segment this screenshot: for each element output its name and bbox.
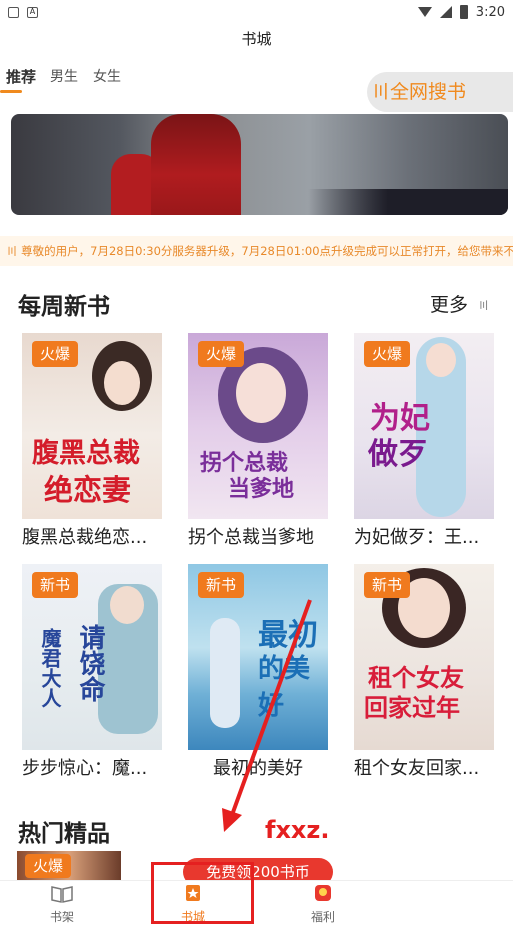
hot-badge: 火爆 [25, 854, 72, 878]
book-title[interactable]: 腹黑总裁绝恋... [22, 523, 162, 549]
square-icon [8, 6, 19, 18]
annotation-arrow-head [222, 808, 242, 832]
book-cover[interactable]: 拐个总裁 当爹地 火爆 [188, 333, 328, 519]
cover-face [426, 343, 456, 377]
tab-female[interactable]: 女生 [93, 66, 121, 86]
book-cover[interactable]: 最初 的美好 新书 [188, 564, 328, 750]
hot-badge: 火爆 [198, 341, 245, 367]
book-cover[interactable]: 为妃 做歹 火爆 [354, 333, 494, 519]
book-cover[interactable]: 租个女友 回家过年 新书 [354, 564, 494, 750]
book-cover[interactable]: 腹黑总裁 绝恋妻 火爆 [22, 333, 162, 519]
wifi-icon [417, 7, 432, 17]
nav-bookshelf[interactable]: 书架 [22, 885, 102, 925]
signal-icon [439, 6, 452, 18]
more-arrow-icon[interactable]: 〣 [478, 297, 489, 313]
section-title-weekly: 每周新书 [18, 294, 110, 320]
search-all-button[interactable]: 〣全网搜书 [367, 72, 513, 112]
cover-title-line2: 魔君大人 [38, 628, 62, 708]
cover-face [236, 363, 286, 423]
app-a-icon: A [27, 6, 38, 18]
section-title-hot: 热门精品 [18, 821, 110, 847]
hot-book-cover-partial[interactable]: 火爆 [17, 851, 121, 881]
book-title[interactable]: 拐个总裁当爹地 [188, 523, 328, 549]
active-tab-indicator [0, 90, 22, 93]
cover-title-line2: 绝恋妻 [44, 473, 132, 507]
cover-face [110, 586, 144, 624]
new-badge: 新书 [32, 572, 79, 598]
banner-carousel[interactable] [11, 114, 508, 215]
book-card[interactable]: 拐个总裁 当爹地 火爆 拐个总裁当爹地 [188, 333, 328, 549]
battery-icon [459, 5, 468, 19]
bottom-nav: 书架 书城 福利 [0, 880, 513, 926]
banner-figure-red-robe [151, 114, 241, 215]
nav-welfare[interactable]: 福利 [283, 885, 363, 925]
book-card[interactable]: 租个女友 回家过年 新书 租个女友回家... [354, 564, 494, 780]
book-title[interactable]: 步步惊心：魔... [22, 754, 162, 780]
book-card[interactable]: 为妃 做歹 火爆 为妃做歹：王... [354, 333, 494, 549]
tab-male[interactable]: 男生 [50, 66, 78, 86]
notice-marquee[interactable]: 〣 尊敬的用户，7月28日0:30分服务器升级，7月28日01:00点升级完成可… [0, 236, 513, 266]
book-card[interactable]: 腹黑总裁 绝恋妻 火爆 腹黑总裁绝恋... [22, 333, 162, 549]
annotation-highlight-box [151, 862, 254, 924]
new-badge: 新书 [198, 572, 245, 598]
book-title[interactable]: 租个女友回家... [354, 754, 494, 780]
book-card[interactable]: 最初 的美好 新书 最初的美好 [188, 564, 328, 780]
nav-bookshelf-label: 书架 [49, 910, 74, 924]
tab-recommend[interactable]: 推荐 [6, 66, 36, 87]
more-link[interactable]: 更多 [430, 290, 468, 317]
cover-face [104, 361, 140, 405]
nav-welfare-label: 福利 [310, 910, 335, 924]
status-bar: A 3:20 [0, 0, 513, 24]
book-card[interactable]: 请饶命 魔君大人 新书 步步惊心：魔... [22, 564, 162, 780]
hot-badge: 火爆 [364, 341, 411, 367]
clock-time: 3:20 [475, 4, 505, 20]
watermark-text: fxxz. [265, 816, 330, 844]
book-title[interactable]: 为妃做歹：王... [354, 523, 494, 549]
cover-title-line1: 腹黑总裁 [32, 438, 140, 469]
cover-title-line2: 当爹地 [228, 476, 295, 502]
cover-title-line2: 回家过年 [364, 693, 460, 722]
book-title[interactable]: 最初的美好 [188, 754, 328, 780]
cover-title-line1: 请饶命 [75, 624, 105, 702]
book-icon [51, 886, 73, 903]
gift-icon [315, 885, 331, 901]
new-badge: 新书 [364, 572, 411, 598]
cover-title-line2: 做歹 [368, 437, 428, 472]
cover-title-line2: 的美好 [258, 654, 311, 721]
banner-dark-strip [308, 189, 508, 215]
hot-badge: 火爆 [32, 341, 79, 367]
book-cover[interactable]: 请饶命 魔君大人 新书 [22, 564, 162, 750]
cover-figure [210, 618, 240, 728]
page-title: 书城 [241, 30, 272, 48]
